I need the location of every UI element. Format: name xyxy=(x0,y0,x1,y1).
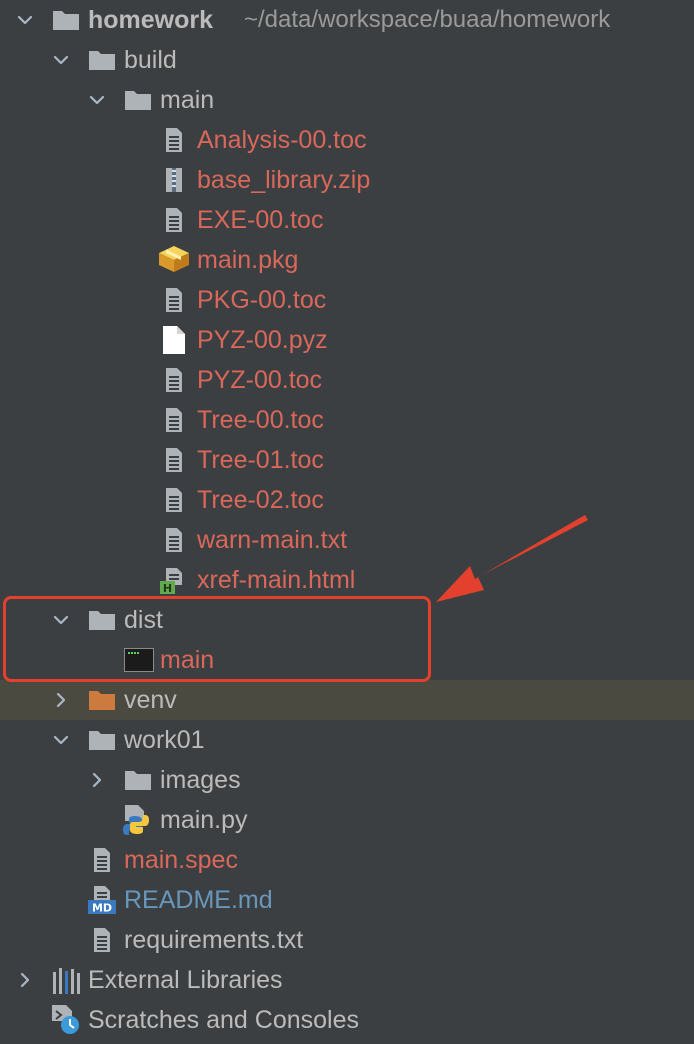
text-file-icon xyxy=(160,408,188,432)
blank-file-icon xyxy=(160,326,188,354)
tree-item-label: main xyxy=(160,646,215,674)
tree-item-label: PYZ-00.toc xyxy=(197,366,323,394)
tree-item-label: EXE-00.toc xyxy=(197,206,324,234)
text-file-icon xyxy=(160,288,188,312)
tree-row-exe-toc[interactable]: EXE-00.toc xyxy=(0,200,694,240)
tree-item-label: dist xyxy=(124,606,163,634)
folder-icon xyxy=(124,88,152,112)
tree-item-label: venv xyxy=(124,686,177,714)
tree-row-root[interactable]: homework ~/data/workspace/buaa/homework xyxy=(0,0,694,40)
svg-text:H: H xyxy=(163,582,172,594)
tree-item-label: xref-main.html xyxy=(197,566,356,594)
project-path-label: ~/data/workspace/buaa/homework xyxy=(244,6,611,33)
scratches-icon xyxy=(50,1005,79,1034)
tree-item-label: main.pkg xyxy=(197,246,299,274)
chevron-right-icon[interactable] xyxy=(52,691,70,709)
tree-row-images[interactable]: images xyxy=(0,760,694,800)
tree-item-label: External Libraries xyxy=(88,966,283,994)
text-file-icon xyxy=(160,488,188,512)
markdown-file-icon: MD xyxy=(88,886,116,915)
tree-row-build-main[interactable]: main xyxy=(0,80,694,120)
svg-text:MD: MD xyxy=(92,902,112,915)
libraries-icon xyxy=(52,968,80,994)
tree-row-dist-main[interactable]: main xyxy=(0,640,694,680)
text-file-icon xyxy=(88,928,116,952)
python-file-icon xyxy=(122,805,150,835)
folder-icon xyxy=(88,608,116,632)
tree-row-work01[interactable]: work01 xyxy=(0,720,694,760)
chevron-down-icon[interactable] xyxy=(52,611,70,629)
tree-item-label: Tree-02.toc xyxy=(197,486,324,514)
tree-row-external-libraries[interactable]: External Libraries xyxy=(0,960,694,1000)
text-file-icon xyxy=(160,448,188,472)
chevron-down-icon[interactable] xyxy=(52,51,70,69)
text-file-icon xyxy=(160,128,188,152)
tree-item-label: main.spec xyxy=(124,846,238,874)
tree-row-pyz-toc[interactable]: PYZ-00.toc xyxy=(0,360,694,400)
tree-item-label: build xyxy=(124,46,177,74)
tree-row-pkg-toc[interactable]: PKG-00.toc xyxy=(0,280,694,320)
tree-item-label: main xyxy=(160,86,215,114)
tree-row-main-pkg[interactable]: main.pkg xyxy=(0,240,694,280)
tree-row-requirements-txt[interactable]: requirements.txt xyxy=(0,920,694,960)
tree-row-base-library-zip[interactable]: base_library.zip xyxy=(0,160,694,200)
chevron-right-icon[interactable] xyxy=(16,971,34,989)
folder-icon xyxy=(52,8,80,32)
folder-icon xyxy=(88,48,116,72)
tree-row-venv[interactable]: venv xyxy=(0,680,694,720)
chevron-down-icon[interactable] xyxy=(16,11,34,29)
tree-item-label: homework xyxy=(88,6,214,34)
tree-row-dist[interactable]: dist xyxy=(0,600,694,640)
tree-row-pyz-pyz[interactable]: PYZ-00.pyz xyxy=(0,320,694,360)
tree-row-readme-md[interactable]: MD README.md xyxy=(0,880,694,920)
chevron-down-icon[interactable] xyxy=(88,91,106,109)
tree-row-tree-01-toc[interactable]: Tree-01.toc xyxy=(0,440,694,480)
tree-row-tree-00-toc[interactable]: Tree-00.toc xyxy=(0,400,694,440)
folder-excluded-icon xyxy=(88,688,116,712)
tree-item-label: Analysis-00.toc xyxy=(197,126,367,154)
tree-item-label: images xyxy=(160,766,241,794)
tree-row-warn-main-txt[interactable]: warn-main.txt xyxy=(0,520,694,560)
chevron-down-icon[interactable] xyxy=(52,731,70,749)
text-file-icon xyxy=(160,208,188,232)
tree-row-main-spec[interactable]: main.spec xyxy=(0,840,694,880)
tree-row-build[interactable]: build xyxy=(0,40,694,80)
tree-row-tree-02-toc[interactable]: Tree-02.toc xyxy=(0,480,694,520)
tree-item-label: PYZ-00.pyz xyxy=(197,326,328,354)
archive-file-icon xyxy=(160,168,188,192)
package-file-icon xyxy=(158,245,189,272)
tree-row-xref-main-html[interactable]: Hxref-main.html xyxy=(0,560,694,600)
folder-icon xyxy=(124,768,152,792)
tree-item-label: Tree-01.toc xyxy=(197,446,324,474)
tree-item-label: main.py xyxy=(160,806,248,834)
tree-row-analysis-toc[interactable]: Analysis-00.toc xyxy=(0,120,694,160)
tree-item-label: Tree-00.toc xyxy=(197,406,324,434)
tree-row-scratches[interactable]: Scratches and Consoles xyxy=(0,1000,694,1040)
tree-item-label: PKG-00.toc xyxy=(197,286,327,314)
html-file-icon: H xyxy=(160,568,188,595)
tree-item-label: README.md xyxy=(124,886,273,914)
tree-row-main-py[interactable]: main.py xyxy=(0,800,694,840)
tree-item-label: warn-main.txt xyxy=(197,526,348,554)
text-file-icon xyxy=(160,368,188,392)
text-file-icon xyxy=(160,528,188,552)
text-file-icon xyxy=(88,848,116,872)
tree-item-label: requirements.txt xyxy=(124,926,304,954)
folder-icon xyxy=(88,728,116,752)
tree-item-label: base_library.zip xyxy=(197,166,371,194)
chevron-right-icon[interactable] xyxy=(88,771,106,789)
tree-item-label: work01 xyxy=(124,726,205,754)
tree-item-label: Scratches and Consoles xyxy=(88,1006,359,1034)
executable-file-icon xyxy=(124,648,154,672)
